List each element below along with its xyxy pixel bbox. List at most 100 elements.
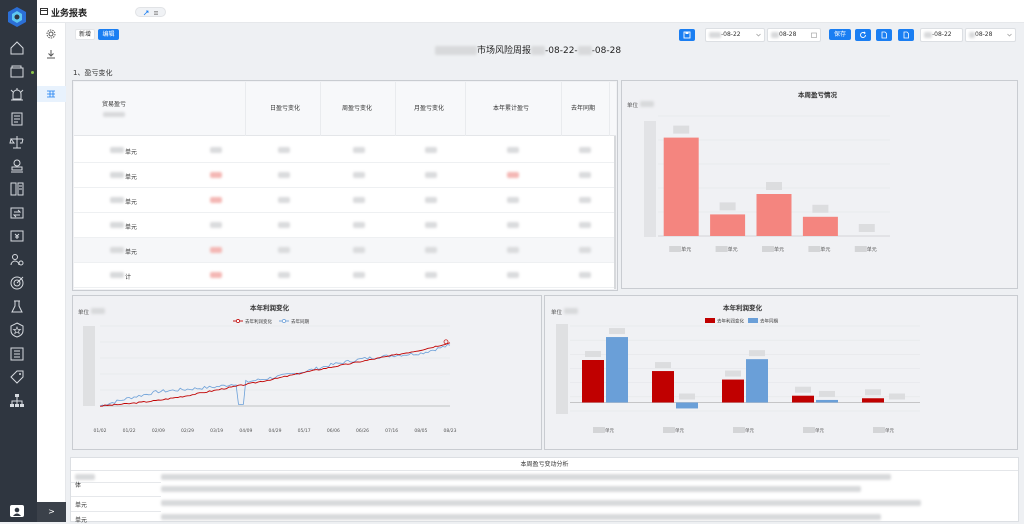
row-label: 单元	[125, 199, 138, 206]
people-coins-icon[interactable]	[9, 252, 25, 268]
chevron-down-icon	[756, 33, 761, 37]
user-card-icon[interactable]	[9, 504, 25, 518]
table-column-header[interactable]: 周盈亏变化	[317, 82, 397, 136]
category-label: 单元	[820, 246, 830, 253]
category-blur	[715, 246, 728, 252]
exchange-icon[interactable]	[9, 205, 25, 221]
grid-icon[interactable]	[45, 88, 57, 100]
target-icon[interactable]	[9, 275, 25, 291]
date-range-end-2[interactable]: 08-28	[965, 28, 1016, 42]
data-label-blur	[749, 350, 765, 357]
table-scrollbar[interactable]	[614, 136, 616, 289]
data-label-blur	[858, 224, 875, 232]
category-blur	[663, 427, 675, 433]
table-row: 单元	[74, 213, 667, 238]
alarm-icon[interactable]	[9, 87, 25, 103]
expand-sidebar-button[interactable]: >	[37, 502, 66, 522]
date-range-end-1[interactable]: 08-28	[767, 28, 821, 42]
bar[interactable]	[663, 137, 699, 236]
row-label-blur	[110, 147, 124, 153]
column-divider	[465, 82, 466, 136]
category-blur	[762, 246, 774, 252]
category-label: 单元	[605, 427, 614, 434]
finance-icon[interactable]	[9, 228, 25, 244]
view-toggle[interactable]	[135, 7, 166, 17]
star-badge-icon[interactable]	[9, 322, 25, 338]
row-label: 单元	[125, 149, 138, 156]
org-chart-icon[interactable]	[9, 393, 25, 409]
table-cell-blur	[579, 222, 591, 228]
legend-label: 去年利润变化	[717, 318, 744, 325]
table-cell-blur	[353, 172, 365, 178]
add-button[interactable]: 新增	[75, 29, 95, 40]
table-cell-blur	[425, 222, 437, 228]
table-column-header[interactable]: 本年累计盈亏	[471, 82, 551, 136]
bar[interactable]	[746, 359, 768, 403]
weekly-analysis-table: 本周盈亏变动分析 体 单元 单元	[70, 457, 1019, 524]
bar[interactable]	[862, 398, 884, 403]
table-cell-blur	[425, 197, 437, 203]
x-tick-label: 02/09	[152, 428, 165, 434]
bar[interactable]	[722, 379, 744, 403]
settings-icon[interactable]	[45, 28, 57, 40]
table-cell-blur	[507, 147, 519, 153]
series-line[interactable]	[99, 344, 451, 407]
row-label: 单元	[125, 249, 138, 256]
save-icon-button[interactable]	[679, 29, 695, 41]
document-icon[interactable]	[9, 111, 25, 127]
table-cell-blur	[353, 222, 365, 228]
bar[interactable]	[816, 399, 838, 403]
x-tick-label: 01/22	[123, 428, 136, 434]
table-column-header[interactable]: 贸易盈亏	[74, 82, 154, 136]
data-label-blur	[585, 351, 601, 357]
stamp-icon[interactable]	[9, 158, 25, 174]
scale-icon[interactable]	[9, 134, 25, 150]
wallet-icon[interactable]	[9, 64, 25, 80]
report-icon[interactable]	[9, 346, 25, 362]
legend-label: 去年同期	[291, 318, 309, 325]
analysis-row-label: 体	[75, 482, 82, 489]
table-cell-blur	[507, 172, 519, 178]
bar[interactable]	[652, 371, 674, 403]
refresh-button[interactable]	[855, 29, 871, 41]
chevron-down-icon	[1007, 33, 1012, 37]
table-column-header[interactable]: 月盈亏变化	[389, 82, 469, 136]
bar[interactable]	[792, 395, 814, 403]
table-cell-blur	[507, 272, 519, 278]
file-icon	[881, 31, 887, 39]
table-cell-blur	[425, 247, 437, 253]
series-line[interactable]	[100, 342, 451, 407]
save-button[interactable]: 保存	[829, 29, 851, 40]
report-title-part1: 市场风险周报	[477, 46, 532, 56]
bar[interactable]	[676, 402, 698, 409]
table-cell-blur	[210, 147, 222, 153]
home-icon[interactable]	[9, 40, 25, 56]
bar[interactable]	[582, 360, 604, 403]
section-heading: 1、盈亏变化	[73, 69, 113, 77]
table-column-header[interactable]: 日盈亏变化	[245, 82, 325, 136]
data-label-blur	[865, 389, 881, 396]
bar[interactable]	[756, 194, 792, 236]
x-tick-label: 01/02	[94, 428, 107, 434]
edit-button[interactable]: 编辑	[98, 29, 119, 40]
bar[interactable]	[606, 337, 628, 403]
ledger-icon[interactable]	[9, 181, 25, 197]
annual-profit-bar-chart: 本年利润变化 单位 去年利润变化 去年同期 单元 单元 单元 单元 单元	[544, 295, 1018, 450]
bar[interactable]	[802, 216, 838, 236]
table-cell-blur	[210, 247, 222, 253]
date-range-start-1[interactable]: -08-22	[705, 28, 765, 42]
x-tick-label: 06/06	[327, 428, 340, 434]
category-label: 单元	[774, 246, 784, 253]
bar[interactable]	[710, 214, 746, 236]
data-label-blur	[812, 204, 829, 213]
download-icon[interactable]	[45, 48, 57, 60]
report-title-part3: -08-28	[591, 46, 622, 56]
tag-icon[interactable]	[9, 369, 25, 385]
export-button-1[interactable]	[876, 29, 892, 41]
file-icon	[903, 31, 909, 39]
flask-icon[interactable]	[9, 299, 25, 315]
row-label-blur	[110, 222, 124, 228]
date-end-2-text: 08-28	[975, 31, 993, 38]
date-range-start-2[interactable]: -08-22	[920, 28, 963, 42]
export-button-2[interactable]	[898, 29, 914, 41]
